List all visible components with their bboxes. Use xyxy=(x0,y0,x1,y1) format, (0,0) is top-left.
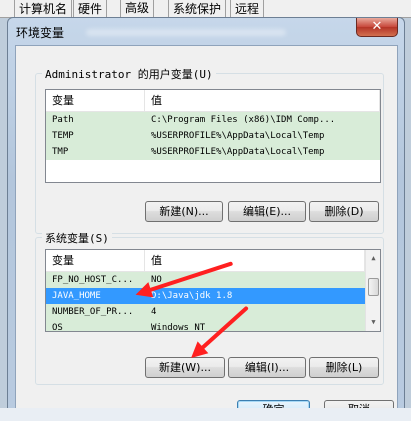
title-blur-overlay xyxy=(86,29,286,36)
variable-name: Path xyxy=(52,115,74,125)
tab-system-protection[interactable]: 系统保护 xyxy=(168,0,227,18)
tab-computer-name[interactable]: 计算机名 xyxy=(14,0,73,18)
variable-value: C:\Program Files (x86)\IDM Comp... xyxy=(151,115,336,125)
tab-remote[interactable]: 远程 xyxy=(230,0,265,18)
column-header-variable[interactable]: 变量 xyxy=(46,250,145,272)
column-header-value[interactable]: 值 xyxy=(145,250,365,272)
table-row-selected[interactable]: JAVA_HOME D:\Java\jdk 1.8 xyxy=(46,288,365,304)
user-edit-button[interactable]: 编辑(E)... xyxy=(228,201,306,222)
dialog-title: 环境变量 xyxy=(16,26,65,40)
user-new-button[interactable]: 新建(N)... xyxy=(145,201,223,222)
system-variables-list[interactable]: 变量 值 FP_NO_HOST_C... NO JAVA_HOME D:\Jav… xyxy=(45,249,381,332)
variable-value: Windows_NT xyxy=(151,323,206,332)
environment-variables-dialog: 环境变量 ✕ Administrator 的用户变量(U) 变量 值 Path … xyxy=(7,17,405,421)
background-window-edge xyxy=(0,408,411,421)
system-delete-button[interactable]: 删除(L) xyxy=(309,357,379,378)
background-tab-strip: 计算机名 硬件 高级 系统保护 远程 xyxy=(0,0,411,18)
close-icon: ✕ xyxy=(371,19,383,34)
list-rows: Path C:\Program Files (x86)\IDM Comp... … xyxy=(46,112,380,160)
column-header-variable[interactable]: 变量 xyxy=(46,90,145,112)
title-bar[interactable]: 环境变量 ✕ xyxy=(8,18,404,46)
dialog-client-area: Administrator 的用户变量(U) 变量 值 Path C:\Prog… xyxy=(15,45,398,419)
list-header: 变量 值 xyxy=(46,90,380,112)
variable-value: %USERPROFILE%\AppData\Local\Temp xyxy=(151,131,325,141)
table-row[interactable]: Path C:\Program Files (x86)\IDM Comp... xyxy=(46,112,380,128)
system-new-button[interactable]: 新建(W)... xyxy=(145,357,225,378)
close-button[interactable]: ✕ xyxy=(356,18,398,37)
variable-value: D:\Java\jdk 1.8 xyxy=(151,291,233,301)
table-row[interactable]: NUMBER_OF_PR... 4 xyxy=(46,304,365,320)
tab-advanced[interactable]: 高级 xyxy=(120,0,155,18)
list-rows: FP_NO_HOST_C... NO JAVA_HOME D:\Java\jdk… xyxy=(46,272,365,332)
variable-name: NUMBER_OF_PR... xyxy=(52,307,134,317)
variable-value: %USERPROFILE%\AppData\Local\Temp xyxy=(151,147,325,157)
user-variables-label: Administrator 的用户变量(U) xyxy=(42,66,216,82)
scroll-thumb[interactable] xyxy=(368,278,379,296)
system-edit-button[interactable]: 编辑(I)... xyxy=(228,357,306,378)
variable-name: TEMP xyxy=(52,131,74,141)
scroll-down-arrow-icon[interactable]: ▼ xyxy=(366,314,380,331)
variable-value: 4 xyxy=(151,307,157,317)
table-row[interactable]: TMP %USERPROFILE%\AppData\Local\Temp xyxy=(46,144,380,160)
user-variables-list[interactable]: 变量 值 Path C:\Program Files (x86)\IDM Com… xyxy=(45,89,381,183)
tab-hardware[interactable]: 硬件 xyxy=(73,0,108,18)
table-row[interactable]: FP_NO_HOST_C... NO xyxy=(46,272,365,288)
scroll-up-arrow-icon[interactable]: ▲ xyxy=(366,250,380,267)
variable-name: FP_NO_HOST_C... xyxy=(52,275,134,285)
variable-name: TMP xyxy=(52,147,69,157)
table-row[interactable]: TEMP %USERPROFILE%\AppData\Local\Temp xyxy=(46,128,380,144)
column-header-value[interactable]: 值 xyxy=(145,90,380,112)
user-delete-button[interactable]: 删除(D) xyxy=(309,201,379,222)
variable-name: OS xyxy=(52,323,63,332)
system-variables-label: 系统变量(S) xyxy=(42,230,112,246)
variable-name: JAVA_HOME xyxy=(52,291,101,301)
table-row[interactable]: OS Windows_NT xyxy=(46,320,365,332)
vertical-scrollbar[interactable]: ▲ ▼ xyxy=(365,250,380,331)
